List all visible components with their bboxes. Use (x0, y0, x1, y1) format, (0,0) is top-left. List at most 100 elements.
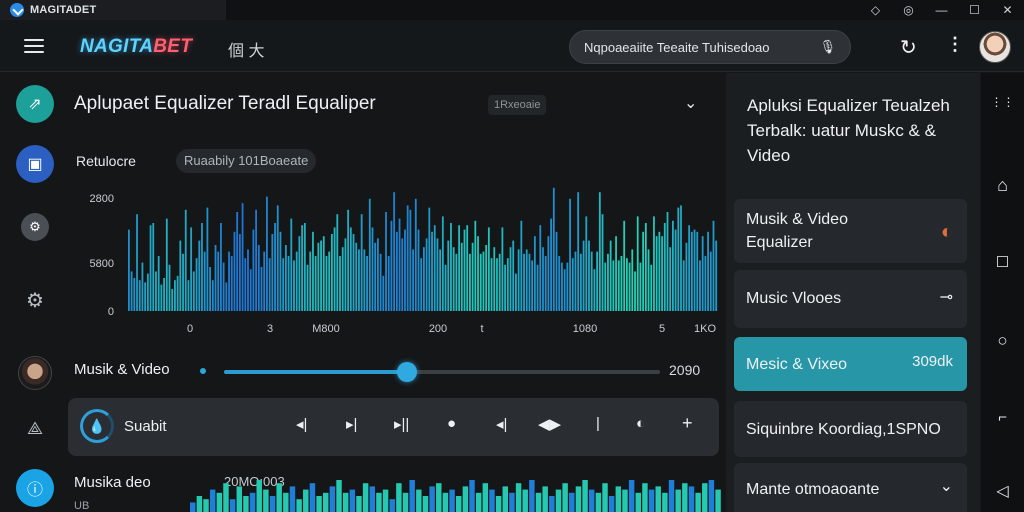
circle-icon[interactable]: ○ (981, 331, 1024, 351)
eq-bar (168, 264, 171, 311)
mic-icon[interactable]: 🎙 (819, 39, 836, 55)
balance-button[interactable]: ◐ (636, 415, 645, 432)
panel-card-recording[interactable]: Siquinbre Koordiag,1SPNO (734, 401, 967, 457)
close-button[interactable]: ✕ (991, 0, 1024, 20)
droplet-icon[interactable]: 💧 (80, 409, 114, 443)
eq-bar (368, 198, 371, 311)
music-row-label: Musik & Video (74, 361, 170, 378)
key-icon[interactable]: ⊸ (940, 287, 953, 307)
shapes-icon[interactable]: ⟁ (16, 409, 54, 447)
eq-bar (588, 240, 590, 311)
play-pause-button[interactable]: ▸|| (394, 415, 409, 433)
minimize-button[interactable]: — (925, 0, 958, 20)
eq-bar (469, 253, 471, 311)
tools-icon[interactable]: ⚙ (21, 213, 49, 241)
info-icon[interactable]: ⓘ (16, 469, 54, 507)
wave-bar (422, 496, 429, 512)
eq-bar (490, 258, 493, 311)
library-icon[interactable]: ▣ (16, 145, 54, 183)
panel-card-videos[interactable]: Music Vlooes ⊸ (734, 270, 967, 328)
eq-bar (144, 282, 147, 311)
eq-bar (366, 256, 368, 311)
play-button[interactable]: ▸| (346, 415, 357, 433)
eq-bar (634, 271, 636, 311)
recents-icon[interactable]: ☐ (981, 253, 1024, 271)
eq-bar (320, 240, 322, 311)
corner-icon[interactable]: ⌐ (981, 409, 1024, 426)
skip-back-button[interactable]: ◂| (296, 415, 307, 433)
panel-card-active[interactable]: Mesic & Vixeo 309dk (734, 337, 967, 391)
apps-grid-icon[interactable]: ⋮⋮ (981, 95, 1024, 109)
eq-bar (382, 275, 385, 311)
eq-bar (155, 271, 157, 311)
wave-bar (502, 486, 508, 512)
pin-icon[interactable]: ◇ (859, 0, 892, 20)
previous-button[interactable]: ◂| (496, 415, 507, 433)
eq-bar (428, 207, 431, 311)
eq-bar (138, 280, 141, 311)
eq-bar (263, 251, 266, 311)
language-selector[interactable]: 個 大 (228, 37, 264, 61)
eq-bar (479, 253, 482, 311)
eq-bar (298, 236, 301, 311)
eq-bar (455, 253, 458, 311)
wave-bar (216, 492, 223, 512)
eq-bar (539, 225, 542, 311)
artist-avatar[interactable] (18, 356, 52, 390)
eq-bar (550, 218, 553, 311)
eq-bar (417, 229, 420, 311)
eq-bar (631, 249, 634, 311)
eq-bar (420, 258, 423, 311)
eq-bar (152, 223, 155, 311)
eq-bar (374, 242, 377, 311)
eq-bar (157, 256, 160, 311)
eq-bar (552, 187, 555, 311)
eq-bar (671, 220, 674, 311)
menu-icon[interactable] (24, 39, 44, 53)
refresh-icon[interactable]: ↻ (900, 35, 917, 60)
eq-bar (352, 234, 355, 311)
chevron-down-icon[interactable]: ⌄ (684, 93, 697, 113)
wave-bar (602, 483, 608, 512)
wave-bar (555, 489, 562, 512)
panel-card-more[interactable]: Mante otmoaoante ⌄ (734, 463, 967, 512)
eq-bar (363, 249, 366, 311)
eq-bar (187, 280, 190, 311)
chevron-down-icon[interactable]: ⌄ (940, 476, 953, 496)
toggle-icon[interactable]: ◐ (941, 221, 953, 244)
stereo-button[interactable]: ◀▶ (538, 415, 561, 433)
maximize-button[interactable]: ☐ (958, 0, 991, 20)
eq-bar (525, 249, 528, 311)
wave-bar (589, 489, 595, 512)
wave-bar (542, 486, 548, 512)
eq-bar (431, 231, 433, 311)
search-input[interactable] (584, 39, 814, 55)
more-options-icon[interactable]: ⋮ (946, 34, 964, 55)
wave-bar (569, 492, 575, 512)
eq-bar (206, 207, 209, 311)
volume-slider-thumb[interactable] (397, 362, 418, 382)
wave-bar (642, 483, 648, 512)
music-row-value: 2090 (669, 362, 701, 378)
settings-icon[interactable]: ⚙ (16, 281, 54, 319)
eq-bar (617, 260, 620, 311)
wave-bar (323, 492, 329, 512)
brand-logo[interactable]: NAGITABET (80, 36, 192, 58)
eq-bar (593, 269, 596, 311)
trend-icon[interactable]: ⇗ (16, 85, 54, 123)
eq-bar (149, 225, 152, 311)
home-icon[interactable]: ⌂ (981, 175, 1024, 196)
wave-bar (695, 492, 701, 512)
player-label: Suabit (124, 418, 167, 435)
user-avatar[interactable] (979, 31, 1011, 63)
eq-bar (247, 249, 249, 311)
panel-card-equalizer[interactable]: Musik & Video Equalizer ◐ (734, 199, 967, 263)
wave-bar (309, 483, 316, 512)
add-button[interactable]: + (682, 413, 693, 434)
back-icon[interactable]: ◁ (981, 481, 1024, 501)
record-button[interactable]: ● (447, 415, 456, 432)
eq-bar (620, 256, 623, 311)
status-icon[interactable]: ◎ (892, 0, 925, 20)
volume-slider[interactable] (224, 362, 660, 382)
divider-button[interactable]: | (596, 415, 600, 432)
